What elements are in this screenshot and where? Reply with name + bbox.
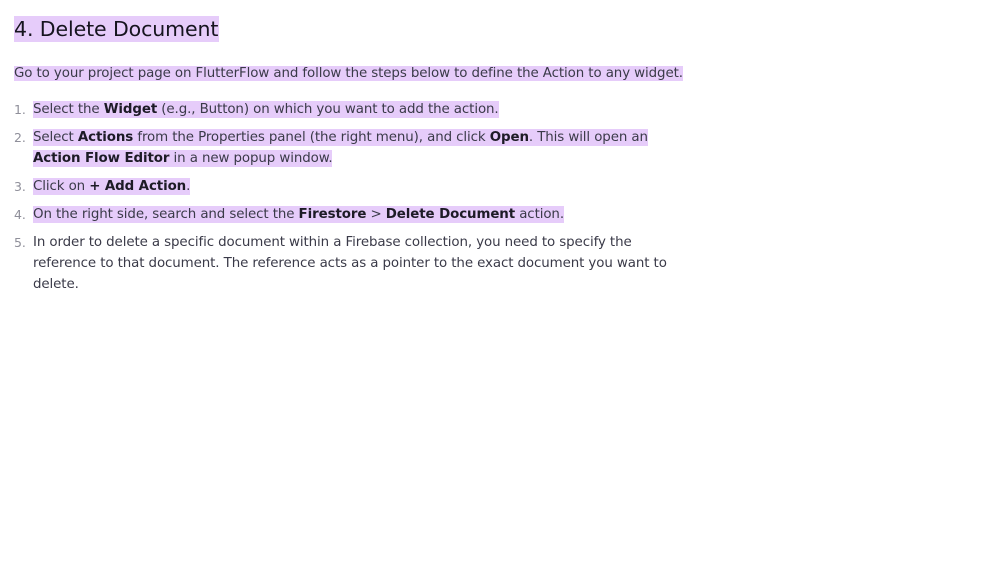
highlighted-text: Click on + Add Action. [33, 178, 190, 195]
text-run: in a new popup window. [169, 151, 333, 166]
list-item-text: In order to delete a specific document w… [33, 232, 683, 295]
list-number: 3. [14, 179, 26, 194]
text-run: action. [515, 207, 564, 222]
text-run: On the right side, search and select the [33, 207, 299, 222]
list-number: 1. [14, 102, 26, 117]
list-item: 3. Click on + Add Action. [14, 176, 694, 197]
steps-list: 1. Select the Widget (e.g., Button) on w… [14, 99, 694, 295]
text-run: Click on [33, 179, 90, 194]
section-heading-text: 4. Delete Document [14, 16, 220, 42]
bold-term-delete-document: Delete Document [385, 207, 516, 222]
bold-term-add-action: + Add Action [89, 179, 187, 194]
text-run: In order to delete a specific document w… [33, 235, 667, 292]
text-run: (e.g., Button) on which you want to add … [157, 102, 499, 117]
highlighted-text: Select the Widget (e.g., Button) on whic… [33, 101, 499, 118]
list-item-text: Select Actions from the Properties panel… [33, 127, 683, 169]
text-run: . This will open an [528, 130, 648, 145]
list-item: 2. Select Actions from the Properties pa… [14, 127, 694, 169]
bold-term-widget: Widget [103, 102, 158, 117]
list-item-text: Click on + Add Action. [33, 176, 683, 197]
text-run: Select [33, 130, 78, 145]
section-heading: 4. Delete Document [14, 14, 694, 44]
highlighted-text: On the right side, search and select the… [33, 206, 564, 223]
list-number: 4. [14, 207, 26, 222]
list-item: 5. In order to delete a specific documen… [14, 232, 694, 295]
document-content: 4. Delete Document Go to your project pa… [14, 14, 694, 302]
text-run: Select the [33, 102, 104, 117]
bold-term-action-flow-editor: Action Flow Editor [33, 151, 170, 166]
text-run: > [366, 207, 386, 222]
text-run: from the Properties panel (the right men… [133, 130, 490, 145]
intro-paragraph: Go to your project page on FlutterFlow a… [14, 64, 694, 83]
list-item: 1. Select the Widget (e.g., Button) on w… [14, 99, 694, 120]
bold-term-open: Open [489, 130, 529, 145]
list-item-text: Select the Widget (e.g., Button) on whic… [33, 99, 683, 120]
list-item: 4. On the right side, search and select … [14, 204, 694, 225]
intro-text: Go to your project page on FlutterFlow a… [14, 66, 683, 81]
bold-term-actions: Actions [77, 130, 134, 145]
text-run: . [186, 179, 191, 194]
bold-term-firestore: Firestore [298, 207, 367, 222]
list-item-text: On the right side, search and select the… [33, 204, 683, 225]
highlighted-text: Select Actions from the Properties panel… [33, 129, 648, 167]
list-number: 5. [14, 235, 26, 250]
list-number: 2. [14, 130, 26, 145]
